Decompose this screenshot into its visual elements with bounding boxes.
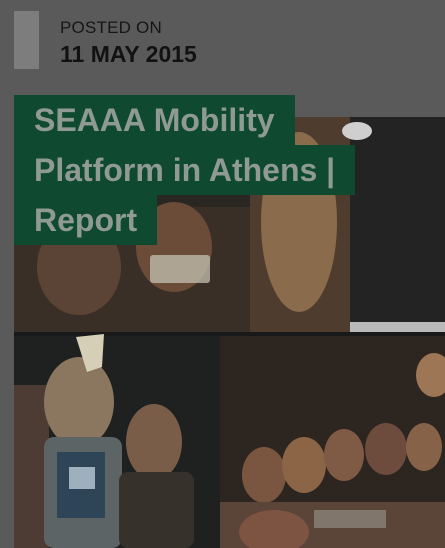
post-title[interactable]: SEAAA Mobility Platform in Athens | Repo… xyxy=(14,95,374,245)
post-title-line[interactable]: SEAAA Mobility xyxy=(14,95,295,145)
post-title-line[interactable]: Report xyxy=(14,195,158,245)
woman-figure xyxy=(44,357,114,447)
posted-on-label: POSTED ON xyxy=(60,18,162,37)
woman-figure xyxy=(126,404,182,480)
post-date: 11 MAY 2015 xyxy=(60,41,197,67)
date-marker-bar xyxy=(14,11,39,69)
post-title-line[interactable]: Platform in Athens | xyxy=(14,145,356,195)
paper-sheet xyxy=(150,255,210,283)
